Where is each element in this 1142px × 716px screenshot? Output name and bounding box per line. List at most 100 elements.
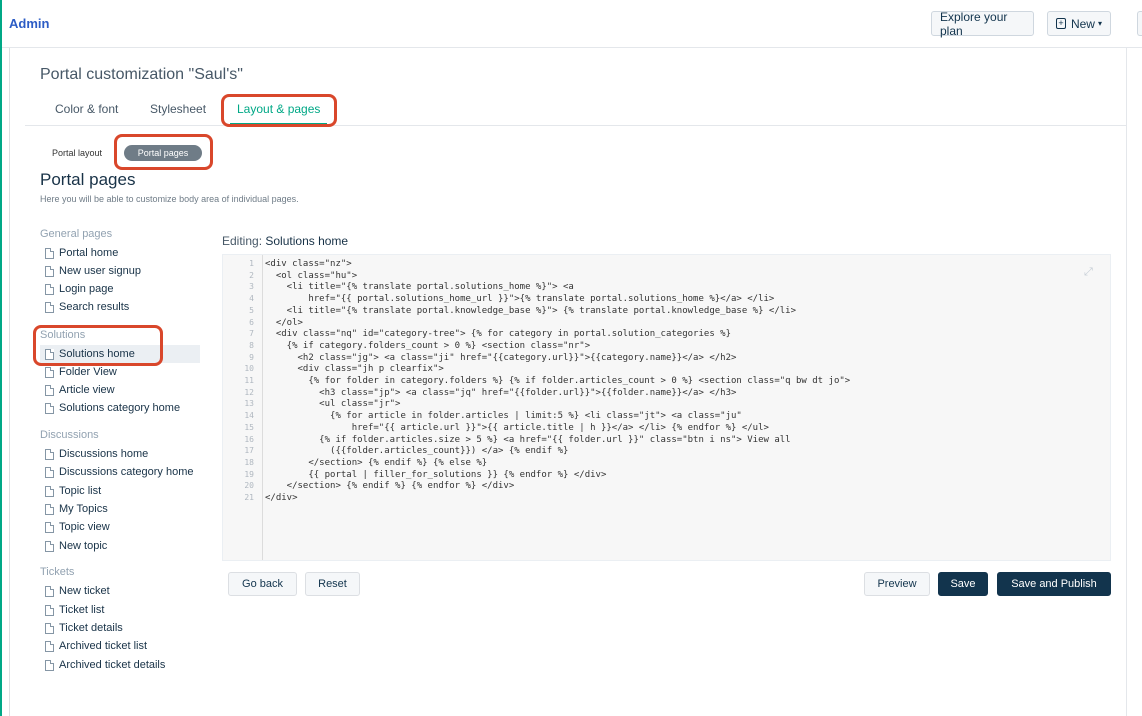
sidebar-item-my-topics[interactable]: My Topics [40,500,200,518]
code-line[interactable]: </div> [265,493,298,503]
preview-button[interactable]: Preview [864,572,930,596]
page-icon [45,402,54,414]
sidebar-item-label: Ticket list [59,604,105,616]
page-icon [45,485,54,497]
section-title: Portal pages [40,170,136,189]
line-number: 7 [249,329,254,339]
editing-prefix: Editing: [222,234,263,248]
line-number: 6 [249,317,254,327]
code-line[interactable]: <ol class="hu"> [265,271,357,281]
code-editor[interactable]: 1 2 3 4 5 6 7 8 9 10 11 12 13 14 15 16 17 18 19 20 21 ⤢ <div… [222,254,1111,561]
tab-color-font[interactable]: Color & font [55,102,118,116]
explore-plan-button[interactable]: Explore your plan [931,10,1034,38]
sidebar-item-ticket-details[interactable]: Ticket details [40,619,200,637]
page-icon [45,640,54,652]
topbar-edge-button[interactable] [1137,11,1142,36]
line-number: 16 [244,434,254,444]
sidebar-item-label: Solutions category home [59,402,181,414]
highlight-layout-tab [221,94,337,127]
sidebar-item-article-view[interactable]: Article view [40,381,200,399]
code-line[interactable]: ({{folder.articles_count}}) </a> {% endi… [265,446,568,456]
sidebar-item-label: Discussions category home [59,466,194,478]
group-title-discussions: Discussions [40,429,99,441]
code-line[interactable]: <div class="nq" id="category-tree"> {% f… [265,329,731,339]
portal-layout-toggle[interactable]: Portal layout [52,148,102,158]
sidebar-item-login-page[interactable]: Login page [40,280,200,298]
sidebar-item-label: Article view [59,384,115,396]
code-line[interactable]: </section> {% endif %} {% endfor %} </di… [265,481,515,491]
sidebar-item-new-topic[interactable]: New topic [40,537,200,555]
page-icon [45,448,54,460]
code-line[interactable]: <h3 class="jp"> <a class="jq" href="{{fo… [265,388,736,398]
line-number: 21 [244,493,254,502]
sidebar-item-label: Discussions home [59,448,149,460]
sidebar-item-portal-home[interactable]: Portal home [40,244,200,262]
sidebar-item-label: Archived ticket details [59,659,166,671]
code-line[interactable]: href="{{ portal.solutions_home_url }}">{… [265,294,774,304]
sidebar-item-label: Topic view [59,521,110,533]
code-line[interactable]: <div class="nz"> [265,259,352,269]
code-line[interactable]: href="{{ article.url }}">{{ article.titl… [265,423,769,433]
code-line[interactable]: </section> {% endif %} {% else %} [265,458,487,468]
sidebar-item-discussions-home[interactable]: Discussions home [40,445,200,463]
line-number: 8 [249,340,254,350]
sidebar-item-label: Login page [59,283,114,295]
sidebar-item-new-ticket[interactable]: New ticket [40,582,200,600]
accent-stripe [0,0,2,716]
page-title: Portal customization "Saul's" [40,66,243,83]
sidebar-item-label: Archived ticket list [59,640,148,652]
sidebar-item-label: Portal home [59,247,119,259]
line-number: 13 [244,399,254,409]
new-button-label: New [1070,16,1095,31]
save-and-publish-button[interactable]: Save and Publish [997,572,1111,596]
sidebar-item-archived-ticket-list[interactable]: Archived ticket list [40,637,200,655]
page-icon [45,247,54,259]
code-line[interactable]: <h2 class="jg"> <a class="ji" href="{{ca… [265,353,737,363]
new-button[interactable]: + New ▾ [1047,11,1111,36]
code-line[interactable]: <div class="jh p clearfix"> [265,364,444,374]
code-line[interactable]: {% if category.folders_count > 0 %} <sec… [265,341,590,351]
page-icon [45,585,54,597]
sidebar-item-label: Topic list [59,485,102,497]
line-number: 11 [244,376,254,385]
go-back-button[interactable]: Go back [228,572,297,596]
sidebar-item-discussions-category-home[interactable]: Discussions category home [40,463,200,481]
page-icon [45,301,54,313]
code-line[interactable]: {% for article in folder.articles | limi… [265,411,742,421]
page-icon [45,384,54,396]
page-icon [45,604,54,616]
page-icon [45,521,54,533]
sidebar-item-topic-list[interactable]: Topic list [40,482,200,500]
tabs-divider [25,125,1127,126]
code-line[interactable]: <ul class="jr"> [265,399,400,409]
code-line[interactable]: {% if folder.articles.size > 5 %} <a hre… [265,435,790,445]
save-button[interactable]: Save [938,572,988,596]
line-number: 19 [244,469,254,479]
highlight-solutions-home [33,325,163,366]
sidebar-item-label: New ticket [59,585,110,597]
expand-icon[interactable]: ⤢ [1084,265,1096,278]
line-number: 2 [249,270,254,280]
code-line[interactable]: <li title="{% translate portal.solutions… [265,282,574,292]
tab-stylesheet[interactable]: Stylesheet [150,102,206,116]
sidebar-item-solutions-category-home[interactable]: Solutions category home [40,399,200,417]
line-number: 17 [244,446,254,456]
sidebar-item-topic-view[interactable]: Topic view [40,518,200,536]
page-icon [45,503,54,515]
sidebar-item-new-user-signup[interactable]: New user signup [40,262,200,280]
sidebar-item-ticket-list[interactable]: Ticket list [40,601,200,619]
admin-brand[interactable]: Admin [9,16,49,31]
code-line[interactable]: </ol> [265,318,303,328]
code-line[interactable]: {{ portal | filler_for_solutions }} {% e… [265,470,606,480]
sidebar-item-archived-ticket-details[interactable]: Archived ticket details [40,656,200,674]
editing-page-name: Solutions home [265,234,349,248]
page-icon [45,622,54,634]
line-number: 4 [249,294,254,304]
code-line[interactable]: <li title="{% translate portal.knowledge… [265,306,796,316]
reset-button[interactable]: Reset [305,572,360,596]
sidebar-item-search-results[interactable]: Search results [40,298,200,316]
code-line[interactable]: {% for folder in category.folders %} {% … [265,376,850,386]
left-divider [9,48,10,716]
top-bar: Admin Explore your plan + New ▾ [0,0,1142,716]
group-title-tickets: Tickets [40,566,75,578]
